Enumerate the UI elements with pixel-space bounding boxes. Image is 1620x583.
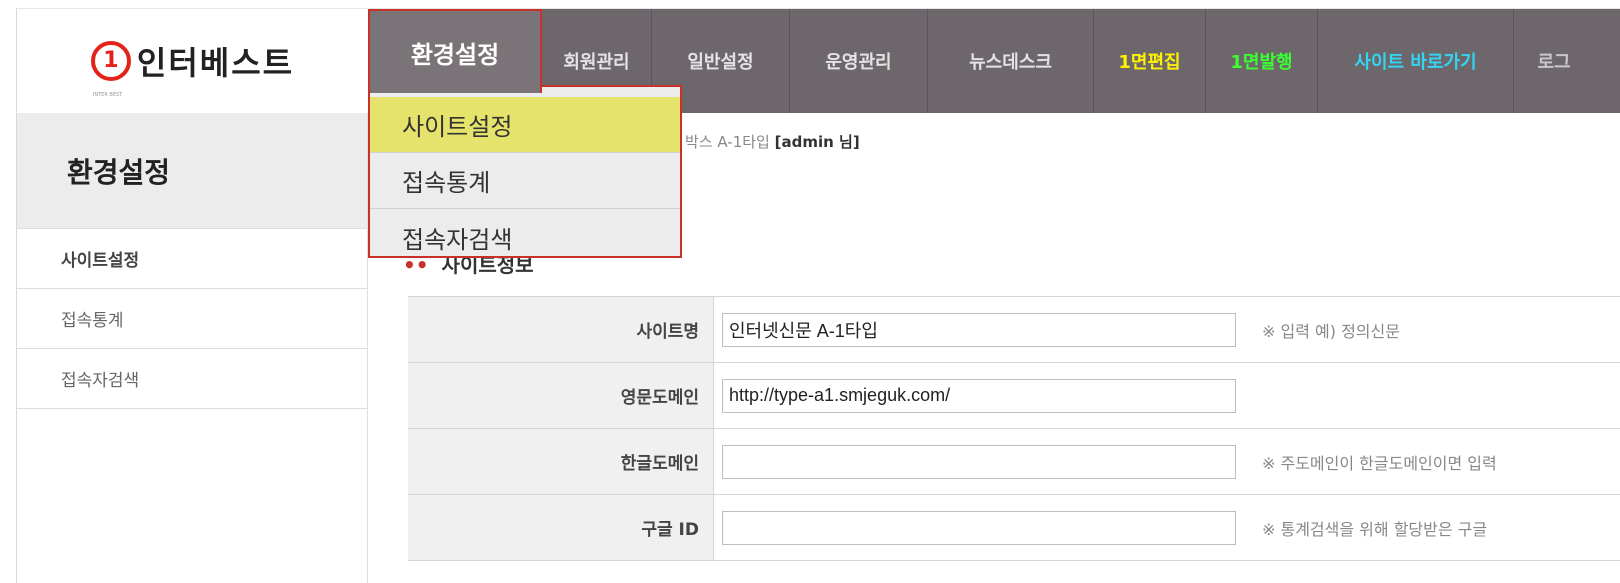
google-id-input[interactable] — [722, 510, 1236, 545]
breadcrumb-user: [admin 님] — [774, 133, 860, 151]
nav-front-page-publish[interactable]: 1면발행 — [1206, 9, 1318, 113]
sidebar-item-visitor-search[interactable]: 접속자검색 — [17, 349, 367, 409]
logo-text: 인터베스트 — [136, 44, 295, 82]
admin-frame: 1 인터베스트 INTER BEST 회원관리 일반설정 운영관리 뉴스데스크 … — [16, 8, 1620, 583]
sidebar-item-site-settings[interactable]: 사이트설정 — [17, 229, 367, 289]
english-domain-label: 영문도메인 — [408, 363, 714, 428]
google-id-label: 구글 ID — [408, 495, 714, 560]
site-settings-form: 사이트명 ※ 입력 예) 정의신문 영문도메인 한글도메인 ※ 주도메인이 한글… — [408, 296, 1620, 561]
nav-environment-settings[interactable]: 환경설정 — [368, 9, 542, 93]
breadcrumb: 박스 A-1타입 [admin 님] — [685, 131, 860, 152]
nav-logout[interactable]: 로그 — [1514, 9, 1594, 113]
logo[interactable]: 1 인터베스트 INTER BEST — [17, 9, 368, 113]
nav-newsdesk[interactable]: 뉴스데스크 — [928, 9, 1094, 113]
site-name-input[interactable] — [722, 312, 1236, 347]
breadcrumb-text: 박스 A-1타입 — [685, 133, 770, 151]
nav-front-page-edit[interactable]: 1면편집 — [1094, 9, 1206, 113]
settings-dropdown-menu: 사이트설정 접속통계 접속자검색 — [368, 85, 682, 258]
nav-goto-site[interactable]: 사이트 바로가기 — [1318, 9, 1514, 113]
form-row: 영문도메인 — [408, 363, 1620, 429]
sidebar: 환경설정 사이트설정 접속통계 접속자검색 — [17, 113, 368, 583]
site-name-hint: ※ 입력 예) 정의신문 — [1262, 321, 1400, 341]
dropdown-item-site-settings[interactable]: 사이트설정 — [370, 97, 680, 153]
form-row: 구글 ID ※ 통계검색을 위해 할당받은 구글 — [408, 495, 1620, 561]
sidebar-item-access-stats[interactable]: 접속통계 — [17, 289, 367, 349]
dropdown-item-access-stats[interactable]: 접속통계 — [370, 153, 680, 209]
korean-domain-input[interactable] — [722, 444, 1236, 479]
sidebar-title: 환경설정 — [17, 113, 367, 229]
english-domain-input[interactable] — [722, 378, 1236, 413]
korean-domain-label: 한글도메인 — [408, 429, 714, 494]
dropdown-item-visitor-search[interactable]: 접속자검색 — [370, 209, 680, 265]
form-row: 사이트명 ※ 입력 예) 정의신문 — [408, 297, 1620, 363]
site-name-label: 사이트명 — [408, 297, 714, 362]
form-row: 한글도메인 ※ 주도메인이 한글도메인이면 입력 — [408, 429, 1620, 495]
korean-domain-hint: ※ 주도메인이 한글도메인이면 입력 — [1262, 453, 1497, 473]
logo-subtext: INTER BEST — [92, 92, 123, 98]
nav-operations[interactable]: 운영관리 — [790, 9, 928, 113]
logo-mark-icon: 1 — [90, 41, 131, 81]
google-id-hint: ※ 통계검색을 위해 할당받은 구글 — [1262, 519, 1488, 539]
